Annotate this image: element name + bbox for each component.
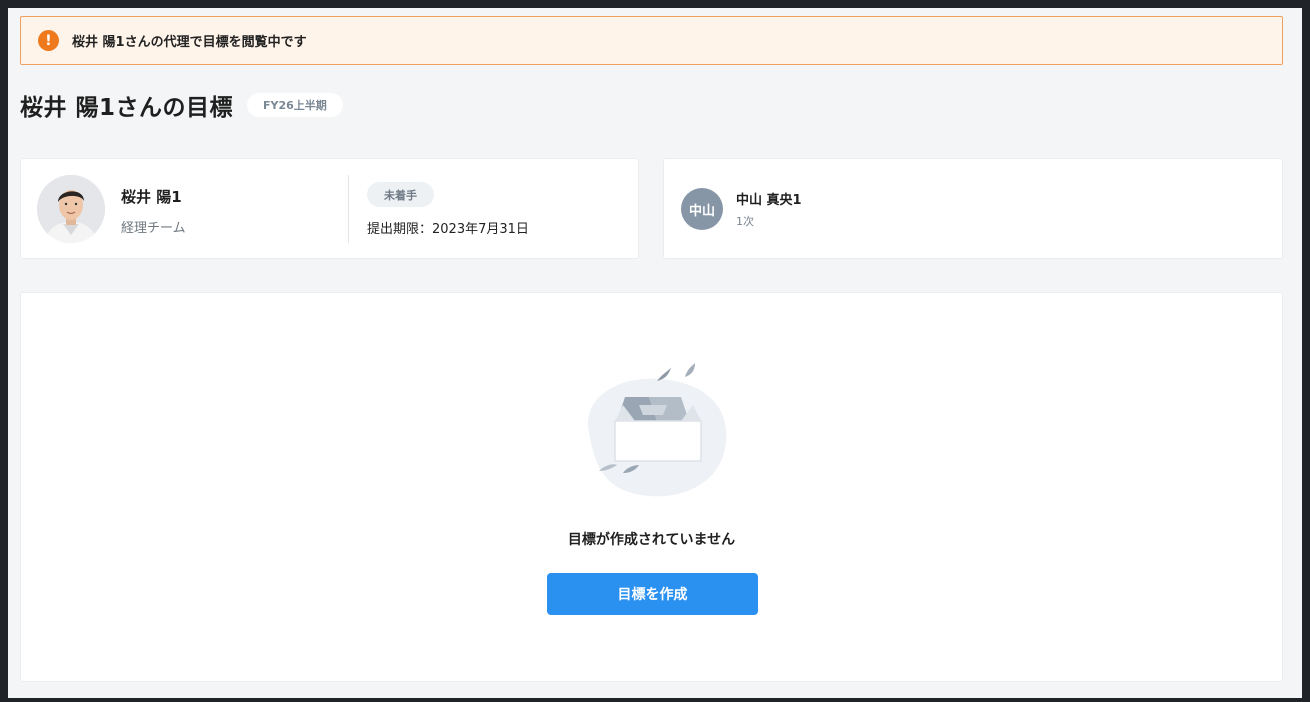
status-badge: 未着手 [367, 182, 434, 207]
avatar [37, 175, 105, 243]
title-row: 桜井 陽1さんの目標 FY26上半期 [20, 90, 343, 121]
empty-state-message: 目標が作成されていません [567, 532, 736, 548]
evaluator-name: 中山 真央1 [736, 193, 802, 208]
empty-box-icon [577, 363, 737, 507]
page-title: 桜井 陽1さんの目標 [20, 95, 234, 121]
employee-team: 経理チーム [121, 221, 186, 236]
evaluator-level: 1次 [736, 215, 754, 228]
evaluator-avatar: 中山 [681, 188, 723, 230]
period-badge: FY26上半期 [247, 93, 343, 117]
evaluator-card: 中山 中山 真央1 1次 [663, 158, 1283, 259]
employee-name: 桜井 陽1 [121, 188, 182, 206]
divider [348, 175, 349, 243]
alert-text: 桜井 陽1さんの代理で目標を閲覧中です [72, 35, 307, 50]
person-photo-icon [37, 175, 105, 243]
submission-deadline: 提出期限：2023年7月31日 [367, 222, 529, 237]
main-frame: ! 桜井 陽1さんの代理で目標を閲覧中です 桜井 陽1さんの目標 FY26上半期… [8, 8, 1302, 698]
goal-list-panel: 目標が作成されていません 目標を作成 [20, 292, 1283, 682]
employee-card: 桜井 陽1 経理チーム 未着手 提出期限：2023年7月31日 [20, 158, 639, 259]
exclamation-icon: ! [38, 30, 59, 51]
proxy-view-alert: ! 桜井 陽1さんの代理で目標を閲覧中です [20, 16, 1283, 65]
create-goal-button[interactable]: 目標を作成 [547, 573, 758, 615]
